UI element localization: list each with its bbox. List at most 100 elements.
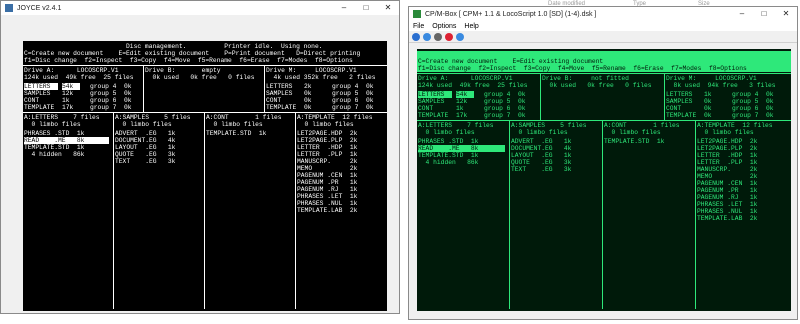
- file-entry: PAGENUM .PR 1k: [697, 187, 758, 194]
- minimize-icon[interactable]: –: [333, 1, 355, 15]
- divider: [417, 73, 791, 74]
- drive-usage: 4k used 352k free 2 files: [266, 74, 376, 81]
- folder-limbo: 0 limbo files: [24, 121, 81, 128]
- close-icon[interactable]: ✕: [775, 7, 797, 21]
- column-divider: [540, 73, 541, 121]
- disk-icon[interactable]: [434, 32, 442, 41]
- group-label: group 4 0k: [90, 83, 132, 90]
- file-entry: PHRASES .LET 1k: [297, 193, 358, 200]
- folder-limbo: 0 limbo files: [418, 129, 475, 136]
- file-entry: MANUSCRP. 2k: [697, 166, 758, 173]
- column-divider: [509, 120, 510, 309]
- menu-line: C=Create new document E=Edit existing do…: [24, 50, 361, 57]
- reset-icon[interactable]: [423, 32, 431, 41]
- close-icon[interactable]: ✕: [377, 1, 399, 15]
- group-size: 1k: [62, 97, 70, 104]
- group-name: CONT: [266, 97, 282, 104]
- folder-header: A:TEMPLATE 12 files: [697, 122, 773, 129]
- group-name: TEMPLATE: [266, 104, 297, 111]
- settings-icon[interactable]: [456, 32, 464, 41]
- file-entry: MEMO 2k: [697, 173, 758, 180]
- menu-line: Disc management. Printing. Using M:: [418, 51, 713, 58]
- group-label: group 6 0k: [90, 97, 132, 104]
- file-entry: ADVERT .EG 1k: [511, 138, 572, 145]
- toolbar: [409, 31, 797, 43]
- maximize-icon[interactable]: □: [355, 1, 377, 15]
- menu-line: C=Create new document E=Edit existing do…: [418, 58, 790, 65]
- file-entry: LET2PAGE.HDP 2k: [297, 130, 358, 137]
- file-entry: QUOTE .EG 3k: [115, 151, 176, 158]
- folder-limbo: 0 limbo files: [511, 129, 568, 136]
- column-divider: [143, 65, 144, 113]
- folder-header: A:LETTERS 7 files: [24, 114, 100, 121]
- group-label: group 6 0k: [484, 105, 526, 112]
- file-entry: LET2PAGE.HDP 2k: [697, 138, 758, 145]
- group-label: group 7 0k: [732, 112, 774, 119]
- drive-header: Drive A: LOCOSCRP.V1: [24, 67, 119, 74]
- group-label: group 7 0k: [332, 104, 374, 111]
- maximize-icon[interactable]: □: [753, 7, 775, 21]
- file-entry: MANUSCRP. 2k: [297, 158, 358, 165]
- group-size: 0k: [304, 104, 312, 111]
- folder-header: A:TEMPLATE 12 files: [297, 114, 373, 121]
- drive-header: Drive B: not fitted: [542, 75, 629, 82]
- group-name: LETTERS: [24, 83, 58, 90]
- joyce-screen[interactable]: Disc management. Printer idle. Using non…: [23, 41, 387, 311]
- file-entry: PAGENUM .CEN 1k: [297, 172, 358, 179]
- window-title: JOYCE v2.4.1: [17, 4, 62, 12]
- folder-limbo: 0 limbo files: [697, 129, 754, 136]
- column-divider: [695, 120, 696, 309]
- file-entry: LET2PAGE.PLP 2k: [697, 145, 758, 152]
- file-entry: PHRASES .LET 1k: [697, 201, 758, 208]
- record-icon[interactable]: [445, 32, 453, 41]
- group-name: TEMPLATE: [418, 112, 449, 119]
- menu-line: f1=Disc change f2=Inspect f3=Copy f4=Mov…: [418, 65, 790, 72]
- drive-header: Drive B: empty: [145, 67, 221, 74]
- group-name: TEMPLATE: [24, 104, 55, 111]
- window-title: CP/M-Box [ CPM+ 1.1 & LocoScript 1.0 [SD…: [425, 10, 597, 18]
- column-divider: [295, 112, 296, 309]
- group-label: group 5 0k: [332, 90, 374, 97]
- group-name: LETTERS: [266, 83, 293, 90]
- cpmbox-titlebar: CP/M-Box [ CPM+ 1.1 & LocoScript 1.0 [SD…: [409, 7, 797, 21]
- group-size: 17k: [62, 104, 74, 111]
- folder-header: A:SAMPLES 5 files: [115, 114, 191, 121]
- minimize-icon[interactable]: –: [731, 7, 753, 21]
- group-name: TEMPLATE: [666, 112, 697, 119]
- joyce-window: JOYCE v2.4.1 – □ ✕ Disc management. Prin…: [0, 0, 400, 314]
- file-entry: TEMPLATE.STD 1k: [206, 130, 267, 137]
- file-entry: PAGENUM .CEN 1k: [697, 180, 758, 187]
- group-size: 0k: [704, 98, 712, 105]
- group-size: 2k: [304, 83, 312, 90]
- group-label: group 5 0k: [90, 90, 132, 97]
- cpmbox-screen[interactable]: Disc management. Printing. Using M: C=Cre…: [417, 49, 791, 311]
- column-divider: [602, 120, 603, 309]
- drive-usage: 124k used 49k free 25 files: [418, 82, 528, 89]
- app-icon: [413, 10, 421, 18]
- file-entry: DOCUMENT.EG 4k: [511, 145, 572, 152]
- group-label: group 6 0k: [732, 105, 774, 112]
- drive-usage: 124k used 49k free 25 files: [24, 74, 134, 81]
- power-icon[interactable]: [412, 32, 420, 41]
- folder-limbo: 0 limbo files: [206, 121, 263, 128]
- drive-header: Drive A: LOCOSCRP.V1: [418, 75, 513, 82]
- drive-usage: 0k used 0k free 0 files: [145, 74, 255, 81]
- group-label: group 4 0k: [732, 91, 774, 98]
- menu-file[interactable]: File: [413, 23, 424, 30]
- file-entry: 4 hidden 86k: [24, 151, 85, 158]
- group-size: 0k: [704, 105, 712, 112]
- file-entry: LETTER .HDP 1k: [697, 152, 758, 159]
- file-entry: LET2PAGE.PLP 2k: [297, 137, 358, 144]
- group-name: CONT: [24, 97, 40, 104]
- group-size: 0k: [304, 90, 312, 97]
- file-entry: TEXT .EG 3k: [115, 158, 176, 165]
- group-label: group 4 0k: [484, 91, 526, 98]
- group-name: SAMPLES: [266, 90, 293, 97]
- file-entry: LAYOUT .EG 1k: [511, 152, 572, 159]
- menu-help[interactable]: Help: [464, 23, 478, 30]
- group-name: CONT: [666, 105, 682, 112]
- file-entry: DOCUMENT.EG 4k: [115, 137, 176, 144]
- group-label: group 7 0k: [90, 104, 132, 111]
- file-entry: PHRASES .STD 1k: [418, 138, 479, 145]
- menu-options[interactable]: Options: [432, 23, 456, 30]
